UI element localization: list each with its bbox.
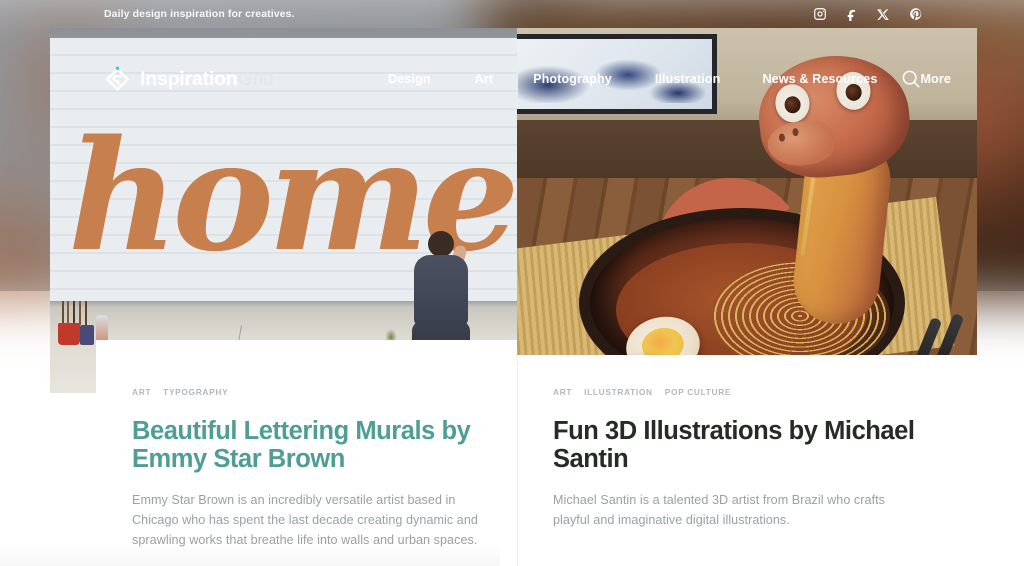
- artist-body: [414, 255, 468, 327]
- page-root: home Daily design inspiration for creati…: [0, 0, 1024, 566]
- nav-item-photography[interactable]: Photography: [533, 72, 612, 86]
- site-tagline: Daily design inspiration for creatives.: [104, 8, 295, 20]
- inspirationgrid-diamond-icon: [104, 66, 131, 93]
- nav-item-illustration[interactable]: Illustration: [655, 72, 721, 86]
- article-title[interactable]: Beautiful Lettering Murals by Emmy Star …: [132, 417, 481, 473]
- primary-navigation: Design Art Photography Illustration News…: [388, 72, 951, 86]
- snake-nostril-left: [778, 133, 786, 142]
- paint-buckets: [58, 301, 116, 345]
- artist-head: [428, 231, 454, 257]
- article-excerpt: Michael Santin is a talented 3D artist f…: [553, 493, 886, 527]
- red-bucket: [58, 323, 80, 345]
- category-list: ART TYPOGRAPHY: [132, 387, 481, 397]
- category-tag-illustration[interactable]: ILLUSTRATION: [584, 387, 653, 397]
- nav-item-art[interactable]: Art: [475, 72, 494, 86]
- social-links: [812, 7, 923, 22]
- pinterest-icon[interactable]: [908, 7, 923, 22]
- search-icon[interactable]: [899, 67, 923, 91]
- category-tag-art[interactable]: ART: [132, 387, 151, 397]
- top-utility-bar: Daily design inspiration for creatives.: [0, 0, 1024, 28]
- snake-snout: [765, 118, 836, 169]
- x-icon[interactable]: [876, 7, 891, 22]
- category-tag-typography[interactable]: TYPOGRAPHY: [163, 387, 228, 397]
- category-tag-pop-culture[interactable]: POP CULTURE: [665, 387, 731, 397]
- article-card-3d-illustrations[interactable]: ART ILLUSTRATION POP CULTURE Fun 3D Illu…: [517, 355, 977, 566]
- article-excerpt: Emmy Star Brown is an incredibly versati…: [132, 493, 478, 547]
- article-title[interactable]: Fun 3D Illustrations by Michael Santin: [553, 417, 941, 473]
- nav-item-more[interactable]: More: [920, 72, 951, 86]
- snake-nostril-right: [792, 127, 799, 137]
- logo-word-bold: Inspiration: [140, 67, 238, 90]
- article-card-lettering-murals[interactable]: ART TYPOGRAPHY Beautiful Lettering Mural…: [96, 340, 517, 566]
- site-header: InspirationGrid Design Art Photography I…: [0, 58, 1024, 100]
- logo-wordmark: InspirationGrid: [140, 68, 274, 91]
- category-list: ART ILLUSTRATION POP CULTURE: [553, 387, 941, 397]
- card-divider: [517, 355, 518, 566]
- nav-item-news-resources[interactable]: News & Resources: [762, 72, 877, 86]
- instagram-icon[interactable]: [812, 7, 827, 22]
- site-logo[interactable]: InspirationGrid: [104, 66, 274, 93]
- blue-bucket: [80, 325, 94, 345]
- nav-item-design[interactable]: Design: [388, 72, 431, 86]
- logo-word-light: Grid: [237, 67, 274, 90]
- paint-brushes: [60, 301, 94, 325]
- category-tag-art[interactable]: ART: [553, 387, 572, 397]
- facebook-icon[interactable]: [844, 7, 859, 22]
